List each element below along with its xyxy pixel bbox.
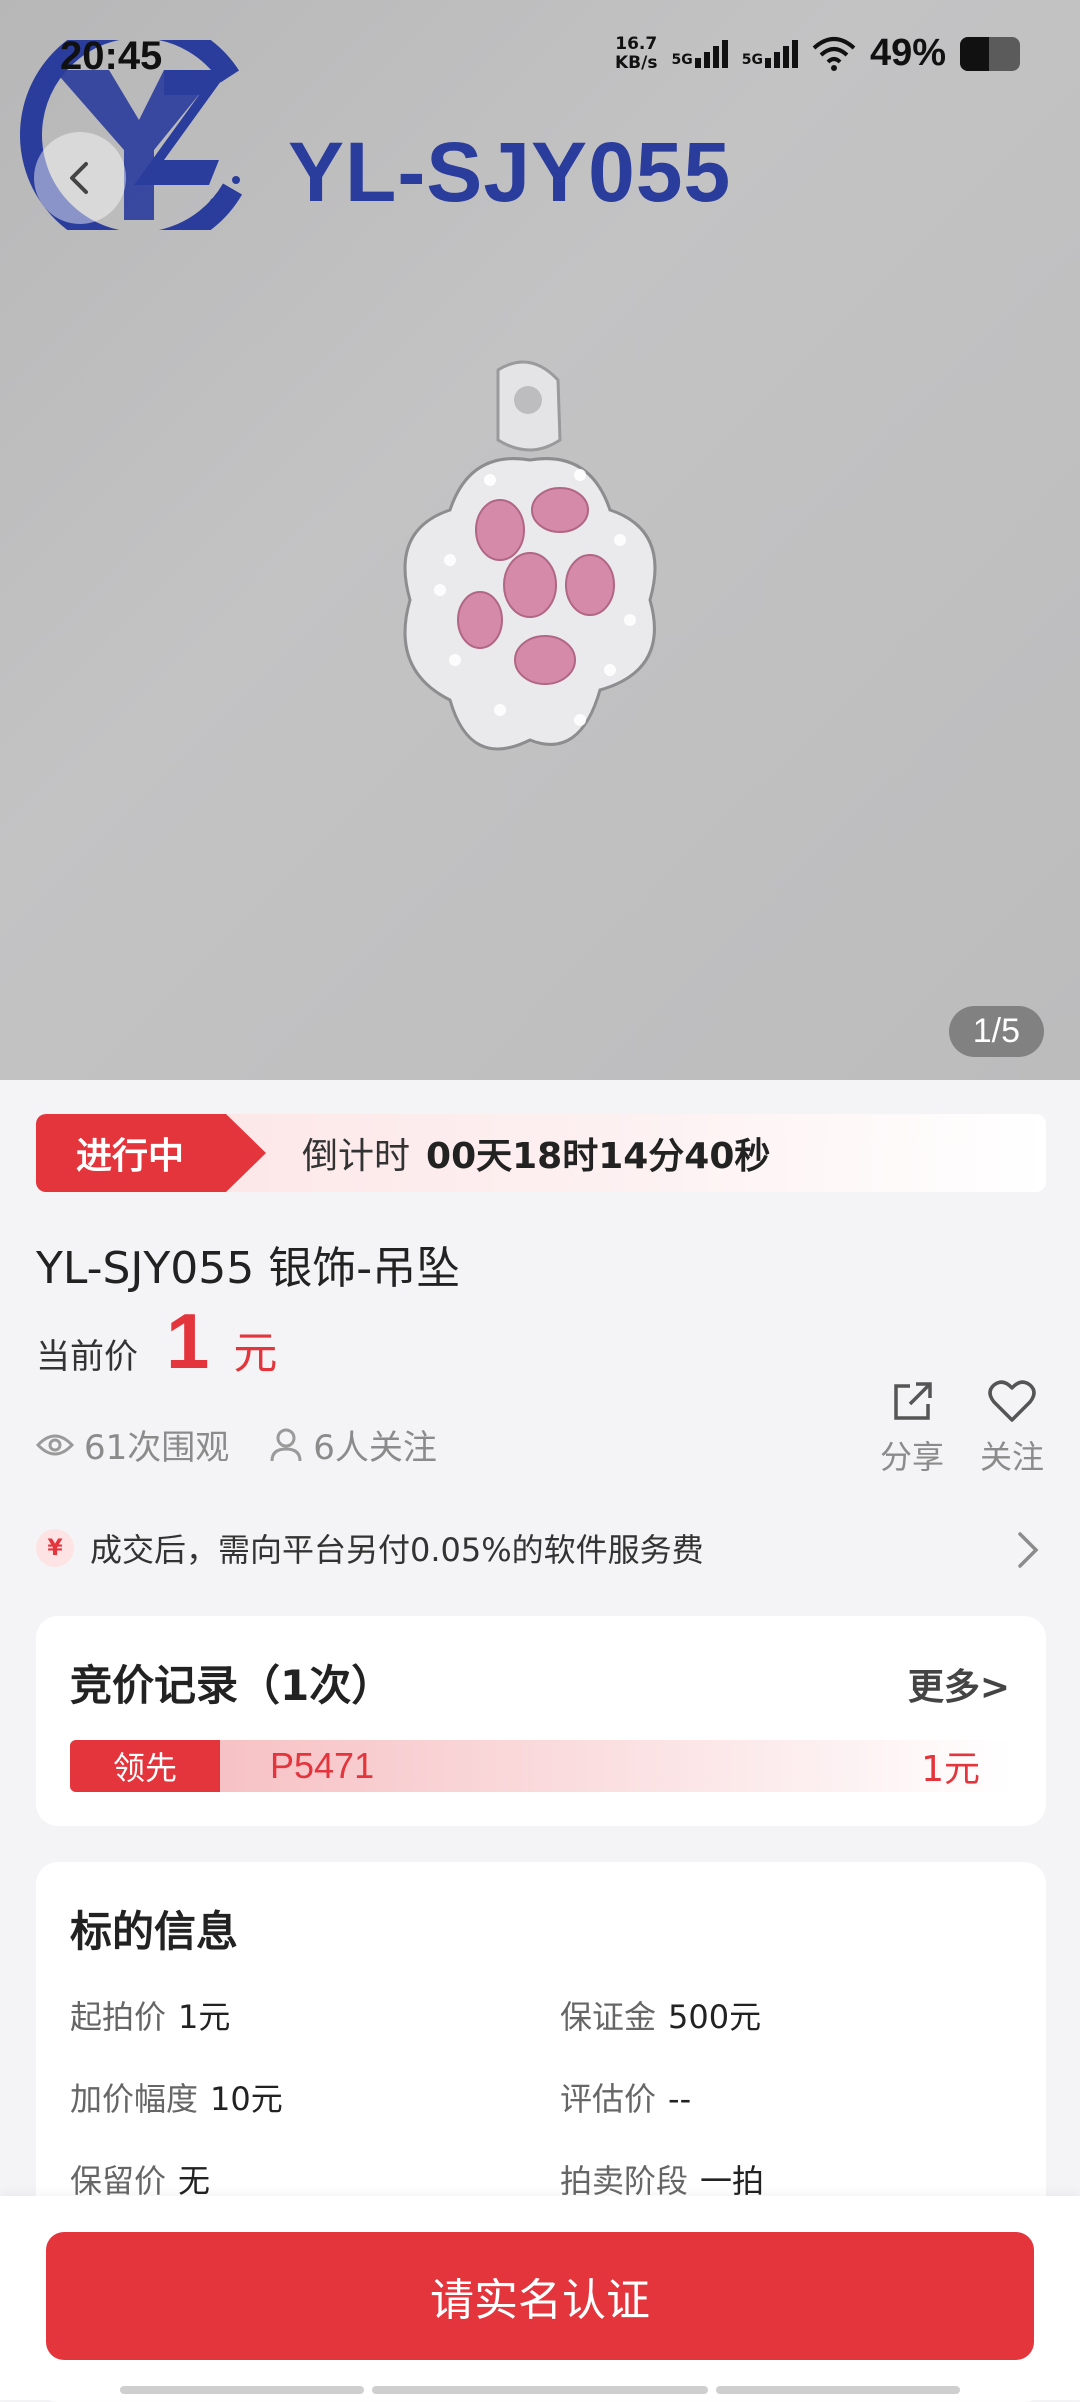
info-start-price: 起拍价 1元 xyxy=(70,1992,230,2038)
service-fee-notice[interactable]: ¥ 成交后，需向平台另付0.05%的软件服务费 xyxy=(36,1518,1046,1578)
info-label: 加价幅度 xyxy=(70,2080,199,2118)
status-indicators: 16.7 KB/s 5G 5G 49% xyxy=(615,32,1020,75)
auction-status-strip: 进行中 倒计时 00天18时14分40秒 xyxy=(36,1114,1046,1192)
info-value: -- xyxy=(668,2080,692,2118)
image-pager: 1/5 xyxy=(948,1006,1044,1057)
follow-label: 关注 xyxy=(979,1438,1044,1476)
bid-record-more-link[interactable]: 更多> xyxy=(908,1658,1010,1710)
product-image-carousel[interactable]: YL-SJY055 1/5 xyxy=(0,0,1080,1080)
price-label: 当前价 xyxy=(36,1337,138,1377)
nav-gesture-bar xyxy=(716,2386,960,2394)
battery-icon xyxy=(960,36,1020,71)
bid-record-card: 竞价记录（1次） 更多> 领先 P5471 1元 xyxy=(36,1616,1046,1826)
price-unit: 元 xyxy=(233,1328,278,1379)
back-button[interactable] xyxy=(34,132,126,224)
product-title: YL-SJY055 银饰-吊坠 xyxy=(36,1243,461,1294)
info-value: 无 xyxy=(178,2162,211,2200)
bid-record-title: 竞价记录（1次） xyxy=(70,1661,394,1710)
follows-count: 6人关注 xyxy=(313,1428,437,1468)
countdown-label: 倒计时 xyxy=(302,1136,411,1177)
user-icon xyxy=(270,1428,302,1461)
views-count: 61次围观 xyxy=(84,1428,230,1468)
info-increment: 加价幅度 10元 xyxy=(70,2074,283,2120)
price-value: 1 xyxy=(166,1297,210,1385)
share-label: 分享 xyxy=(879,1438,944,1476)
info-label: 拍卖阶段 xyxy=(560,2162,689,2200)
nav-gesture-bar xyxy=(120,2386,364,2394)
network-speed: 16.7 KB/s xyxy=(615,33,658,73)
signal-1-icon: 5G xyxy=(671,39,728,68)
eye-icon xyxy=(36,1434,74,1455)
info-label: 保证金 xyxy=(560,1998,657,2036)
info-value: 10元 xyxy=(210,2080,283,2118)
follow-button[interactable]: 关注 xyxy=(980,1378,1044,1478)
views-stat: 61次围观 xyxy=(36,1420,229,1469)
net2-label: 5G xyxy=(741,51,763,68)
product-stats: 61次围观 6人关注 xyxy=(36,1420,477,1469)
bidder-id: P5471 xyxy=(270,1745,375,1786)
info-value: 1元 xyxy=(178,1998,231,2036)
info-deposit: 保证金 500元 xyxy=(560,1992,761,2038)
countdown: 倒计时 00天18时14分40秒 xyxy=(302,1114,770,1192)
info-value: 500元 xyxy=(668,1998,762,2036)
status-bar: 20:45 16.7 KB/s 5G 5G 49% xyxy=(0,0,1080,120)
status-time: 20:45 xyxy=(60,34,163,78)
chevron-right-icon xyxy=(1018,1532,1039,1568)
info-appraisal: 评估价 -- xyxy=(560,2074,691,2120)
battery-percent: 49% xyxy=(869,32,946,74)
follows-stat: 6人关注 xyxy=(269,1420,437,1469)
bid-entry: 领先 P5471 1元 xyxy=(70,1740,1014,1792)
nav-gesture-bar xyxy=(372,2386,708,2394)
current-price: 当前价 1 元 xyxy=(36,1296,277,1387)
hero-sku-text: YL-SJY055 xyxy=(288,125,732,219)
signal-2-icon: 5G xyxy=(741,39,798,68)
chevron-left-icon xyxy=(70,162,88,194)
bottom-action-bar: 请实名认证 xyxy=(0,2196,1080,2400)
lot-info-title: 标的信息 xyxy=(70,1907,239,1956)
info-value: 一拍 xyxy=(700,2162,765,2200)
verify-identity-button[interactable]: 请实名认证 xyxy=(46,2232,1034,2360)
speed-value: 16.7 xyxy=(615,33,658,54)
net1-label: 5G xyxy=(671,51,693,68)
speed-unit: KB/s xyxy=(615,52,658,73)
share-icon xyxy=(894,1382,932,1420)
leading-badge: 领先 xyxy=(70,1740,220,1792)
auction-status-badge: 进行中 xyxy=(36,1114,266,1192)
wifi-icon xyxy=(812,36,856,71)
countdown-value: 00天18时14分40秒 xyxy=(426,1136,771,1177)
product-actions: 分享 关注 xyxy=(880,1378,1044,1478)
pendant-photo xyxy=(403,360,657,751)
heart-icon xyxy=(988,1380,1036,1422)
info-label: 评估价 xyxy=(560,2080,657,2118)
share-button[interactable]: 分享 xyxy=(880,1378,944,1478)
info-label: 保留价 xyxy=(70,2162,167,2200)
bid-amount: 1元 xyxy=(921,1749,980,1790)
yuan-icon: ¥ xyxy=(36,1529,74,1567)
fee-text: 成交后，需向平台另付0.05%的软件服务费 xyxy=(90,1531,704,1569)
info-label: 起拍价 xyxy=(70,1998,167,2036)
